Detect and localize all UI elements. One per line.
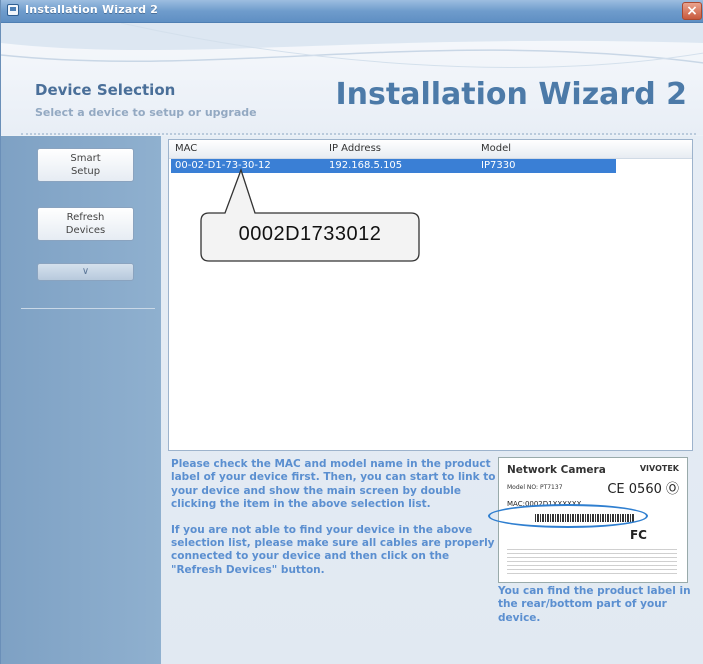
header-banner: Device Selection Select a device to setu… [1,23,703,135]
fine-print-graphic [507,546,677,576]
instructions-panel: Please check the MAC and model name in t… [171,458,501,589]
device-ip: 192.168.5.105 [329,160,403,171]
window-title: Installation Wizard 2 [25,3,159,16]
expand-chevron-button[interactable]: ∨ [37,263,134,281]
product-label-brand: VIVOTEK [639,464,679,473]
refresh-devices-label-line2: Devices [65,225,106,236]
device-list[interactable]: MAC IP Address Model 00-02-D1-73-30-12 1… [168,139,693,451]
instructions-paragraph-2: If you are not able to find your device … [171,523,495,576]
column-header-ip-address[interactable]: IP Address [329,143,381,154]
column-header-model[interactable]: Model [481,143,511,154]
mac-highlight-ellipse [488,504,648,528]
device-model: IP7330 [481,160,516,171]
app-icon [7,4,19,16]
device-mac: 00-02-D1-73-30-12 [175,160,271,171]
brand-title: Installation Wizard 2 [335,77,687,112]
installation-wizard-window: Installation Wizard 2 × Device Selection… [0,0,703,664]
sidebar: Smart Setup Refresh Devices ∨ [1,136,161,664]
refresh-devices-button[interactable]: Refresh Devices [37,207,134,241]
product-label-model: Model NO: PT7137 [507,484,563,491]
smart-setup-button[interactable]: Smart Setup [37,148,134,182]
column-header-mac[interactable]: MAC [175,143,197,154]
instructions-paragraph-1: Please check the MAC and model name in t… [171,458,496,511]
product-label-ce-mark: CE 0560 Ⓞ [607,482,679,497]
product-label-caption: You can find the product label in the re… [498,585,691,624]
smart-setup-label-line2: Setup [70,166,101,177]
product-label-title: Network Camera [507,464,606,476]
header-divider [21,133,696,135]
device-row-selected[interactable]: 00-02-D1-73-30-12 192.168.5.105 IP7330 [171,159,616,173]
callout-mac-text: 0002D1733012 [238,223,382,245]
refresh-devices-label-line1: Refresh [66,212,105,223]
title-bar[interactable]: Installation Wizard 2 × [1,0,703,23]
device-list-header: MAC IP Address Model [169,140,692,159]
close-button[interactable]: × [682,2,702,20]
page-subtitle: Select a device to setup or upgrade [35,106,257,119]
product-label-fc-mark: FC [629,528,647,542]
smart-setup-label-line1: Smart [70,153,101,164]
sidebar-divider [21,308,155,309]
page-title: Device Selection [35,81,176,99]
